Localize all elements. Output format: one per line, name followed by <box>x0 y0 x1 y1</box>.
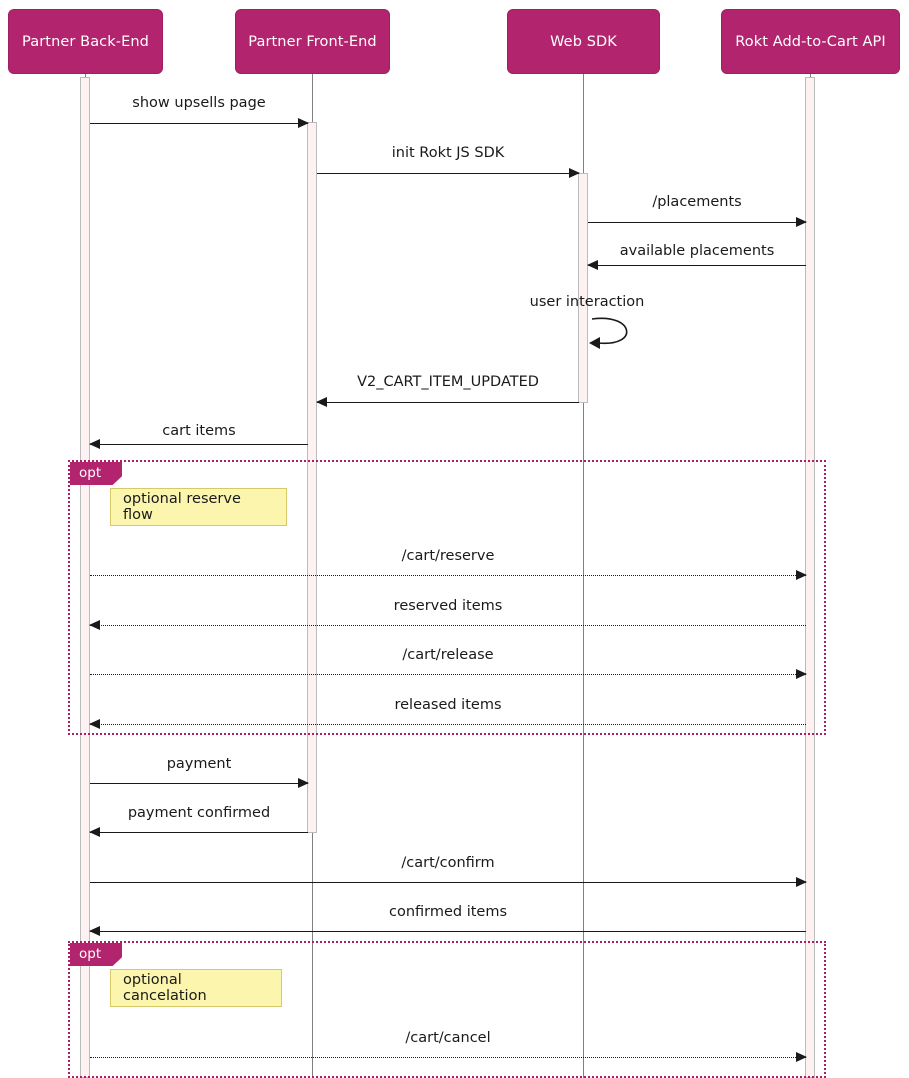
arrow-head-icon <box>796 570 807 580</box>
note-optional-reserve-flow: optional reserve flow <box>110 488 287 526</box>
sequence-diagram: Partner Back-End Partner Front-End Web S… <box>0 0 909 1078</box>
note-optional-cancelation: optional cancelation <box>110 969 282 1007</box>
arrow-head-icon <box>298 778 309 788</box>
message-label-payment-confirmed: payment confirmed <box>127 805 271 821</box>
message-label-reserved-items: reserved items <box>393 598 503 614</box>
message-label-confirmed-items: confirmed items <box>388 904 508 920</box>
message-label-released-items: released items <box>394 697 502 713</box>
participant-label: Partner Front-End <box>248 33 377 50</box>
message-label-show-upsells-page: show upsells page <box>132 95 266 111</box>
fragment-tag-opt-reserve: opt <box>70 462 122 485</box>
message-line <box>90 882 806 883</box>
arrow-head-icon <box>89 719 100 729</box>
message-line <box>90 625 806 626</box>
arrow-head-icon <box>89 926 100 936</box>
message-line <box>90 832 308 833</box>
message-label-payment: payment <box>166 756 232 772</box>
activation-websdk <box>578 173 588 403</box>
fragment-tag-opt-cancel: opt <box>70 943 122 966</box>
message-line <box>90 931 806 932</box>
message-label-cart-items: cart items <box>162 423 236 439</box>
message-label-cart-reserve: /cart/reserve <box>401 548 495 564</box>
participant-frontend[interactable]: Partner Front-End <box>235 9 390 74</box>
participant-label: Rokt Add-to-Cart API <box>735 33 886 50</box>
arrow-head-icon <box>796 217 807 227</box>
message-line <box>90 123 308 124</box>
message-label-v2-cart-item-updated: V2_CART_ITEM_UPDATED <box>357 374 539 390</box>
message-label-cart-release: /cart/release <box>402 647 494 663</box>
message-label-available-placements: available placements <box>619 243 775 259</box>
arrow-head-icon <box>89 620 100 630</box>
participant-label: Partner Back-End <box>22 33 149 50</box>
message-label-init-rokt-js-sdk: init Rokt JS SDK <box>391 145 505 161</box>
participant-rokt[interactable]: Rokt Add-to-Cart API <box>721 9 900 74</box>
message-label-placements: /placements <box>652 194 742 210</box>
message-label-cart-cancel: /cart/cancel <box>405 1030 491 1046</box>
arrow-head-icon <box>796 877 807 887</box>
message-line <box>90 444 308 445</box>
message-line <box>317 173 579 174</box>
message-label-cart-confirm: /cart/confirm <box>401 855 495 871</box>
message-line <box>588 265 806 266</box>
message-line <box>90 724 806 725</box>
arrow-head-icon <box>89 439 100 449</box>
message-user-interaction-selfloop[interactable] <box>588 313 648 349</box>
arrow-head-icon <box>569 168 580 178</box>
message-line <box>317 402 579 403</box>
note-text: optional reserve flow <box>123 491 241 523</box>
arrow-head-icon <box>89 827 100 837</box>
message-line <box>90 783 308 784</box>
message-line <box>90 674 806 675</box>
message-line <box>90 1057 806 1058</box>
note-text: optional cancelation <box>123 972 207 1004</box>
message-line <box>588 222 806 223</box>
arrow-head-icon <box>298 118 309 128</box>
participant-backend[interactable]: Partner Back-End <box>8 9 163 74</box>
message-line <box>90 575 806 576</box>
participant-websdk[interactable]: Web SDK <box>507 9 660 74</box>
arrow-head-icon <box>587 260 598 270</box>
fragment-tag-label: opt <box>79 465 102 481</box>
arrow-head-icon <box>316 397 327 407</box>
arrow-head-icon <box>796 669 807 679</box>
message-label-user-interaction: user interaction <box>529 294 645 310</box>
arrow-head-icon <box>796 1052 807 1062</box>
participant-label: Web SDK <box>550 33 617 50</box>
fragment-tag-label: opt <box>79 946 102 962</box>
